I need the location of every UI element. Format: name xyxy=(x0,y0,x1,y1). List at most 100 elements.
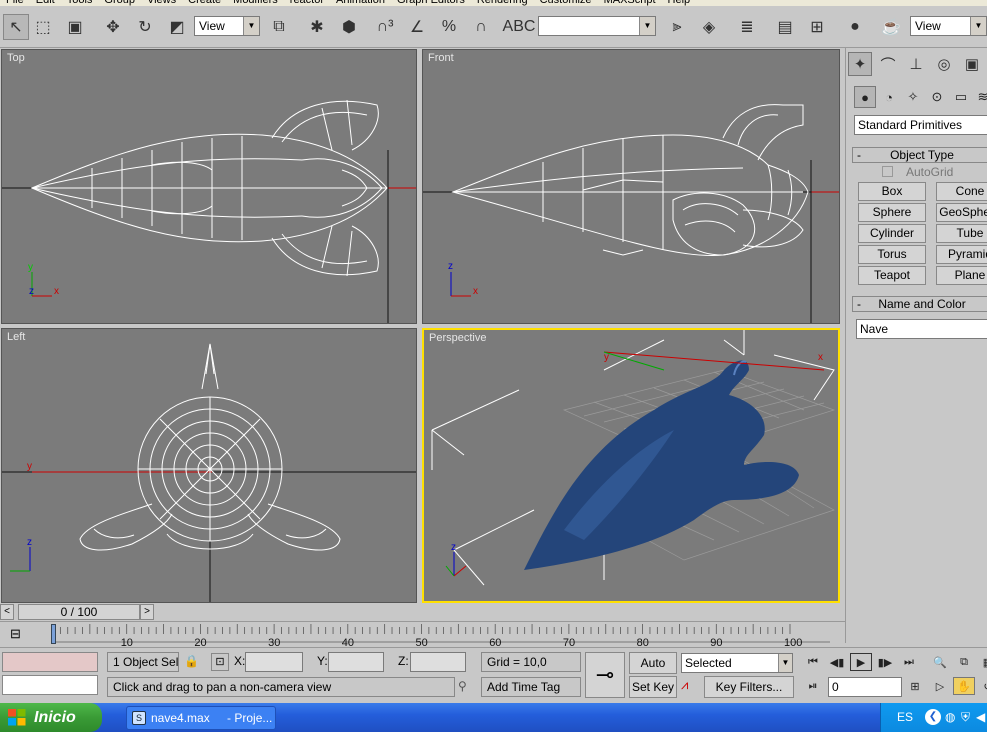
autogrid-checkbox[interactable] xyxy=(882,166,893,177)
current-frame-input[interactable]: 0 xyxy=(828,677,902,697)
select-object-icon[interactable]: ↖ xyxy=(3,14,29,40)
keyboard-shortcut-icon[interactable]: ⬢ xyxy=(336,14,362,40)
viewport-top[interactable]: y z x Top xyxy=(1,49,417,324)
menu-item-graph-editors[interactable]: Graph Editors xyxy=(391,0,471,6)
key-tangent-icon[interactable]: ⩘ xyxy=(681,677,701,697)
y-coord-input[interactable] xyxy=(328,652,384,672)
torus-button[interactable]: Torus xyxy=(858,245,926,264)
spinner-snap-icon[interactable]: ∩ xyxy=(468,14,494,40)
zoom-all-icon[interactable]: ⧉ xyxy=(953,653,975,671)
cameras-icon[interactable]: ⊙ xyxy=(926,86,948,108)
add-time-tag[interactable]: Add Time Tag xyxy=(481,677,581,697)
object-type-rollout[interactable]: - Object Type xyxy=(852,147,987,163)
viewport-label-front[interactable]: Front xyxy=(428,52,454,64)
object-name-input[interactable]: Nave xyxy=(856,319,987,339)
motion-tab-icon[interactable]: ◎ xyxy=(932,52,956,76)
absolute-mode-icon[interactable]: ⊡ xyxy=(211,653,229,671)
helpers-icon[interactable]: ▭ xyxy=(950,86,972,108)
time-slider-thumb[interactable]: 0 / 100 xyxy=(18,604,140,620)
menu-item-reactor[interactable]: reactor xyxy=(284,0,330,6)
align-icon[interactable]: ◈ xyxy=(696,14,722,40)
shapes-icon[interactable]: ◔ xyxy=(878,86,900,108)
volume-icon[interactable]: ◀ xyxy=(976,710,985,724)
set-key-button[interactable]: Set Key xyxy=(629,676,677,698)
tube-button[interactable]: Tube xyxy=(936,224,987,243)
menu-item-rendering[interactable]: Rendering xyxy=(471,0,534,6)
create-tab-icon[interactable]: ✦ xyxy=(848,52,872,76)
key-mode-select[interactable]: Selected ▼ xyxy=(681,653,793,673)
snap-3d-icon[interactable]: ∩³ xyxy=(372,14,398,40)
time-tag-icon[interactable]: ⚲ xyxy=(458,679,476,697)
schematic-view-icon[interactable]: ⊞ xyxy=(804,14,830,40)
hierarchy-tab-icon[interactable]: ⊥ xyxy=(904,52,928,76)
time-config-icon[interactable]: ⊞ xyxy=(904,677,926,695)
mirror-icon[interactable]: ⫸ xyxy=(664,14,690,40)
menu-item-create[interactable]: Create xyxy=(182,0,227,6)
goto-start-icon[interactable]: ⏮ xyxy=(802,653,824,671)
edit-named-selection-icon[interactable]: ABC xyxy=(503,14,536,40)
cylinder-button[interactable]: Cylinder xyxy=(858,224,926,243)
viewport-label-top[interactable]: Top xyxy=(7,52,25,64)
menu-item-views[interactable]: Views xyxy=(141,0,182,6)
x-coord-input[interactable] xyxy=(245,652,303,672)
box-button[interactable]: Box xyxy=(858,182,926,201)
cone-button[interactable]: Cone xyxy=(936,182,987,201)
security-icon[interactable]: ⛨ xyxy=(961,710,970,725)
pan-hand-icon[interactable]: ✋ xyxy=(953,677,975,695)
auto-key-button[interactable]: Auto Key xyxy=(629,652,677,690)
move-icon[interactable]: ✥ xyxy=(100,14,126,40)
menu-item-file[interactable]: File xyxy=(0,0,30,6)
name-color-rollout[interactable]: - Name and Color xyxy=(852,296,987,312)
curve-editor-icon[interactable]: ▤ xyxy=(772,14,798,40)
menu-item-modifiers[interactable]: Modifiers xyxy=(227,0,284,6)
key-mode-toggle-icon[interactable]: ⏯ xyxy=(802,677,824,695)
zoom-extents-icon[interactable]: ▦ xyxy=(977,653,987,671)
window-crossing-icon[interactable]: ▣ xyxy=(62,14,88,40)
slider-prev-button[interactable]: < xyxy=(0,604,14,620)
percent-snap-icon[interactable]: % xyxy=(436,14,462,40)
language-indicator[interactable]: ES xyxy=(897,710,913,724)
render-view-select[interactable]: View ▼ xyxy=(910,16,987,36)
chevron-left-icon[interactable]: ❮ xyxy=(925,709,941,725)
display-tab-icon[interactable]: ▣ xyxy=(960,52,984,76)
timeline-frame-indicator[interactable] xyxy=(51,624,56,644)
reference-coord-select[interactable]: View ▼ xyxy=(194,16,260,36)
named-selection-select[interactable]: ▼ xyxy=(538,16,656,36)
rotate-icon[interactable]: ↻ xyxy=(132,14,158,40)
taskbar-item-max[interactable]: S nave4.max - Proje... xyxy=(126,706,276,730)
layer-manager-icon[interactable]: ≣ xyxy=(734,14,760,40)
menu-item-group[interactable]: Group xyxy=(98,0,141,6)
set-key-toggle-icon[interactable]: ⊸ xyxy=(585,652,625,698)
material-editor-icon[interactable]: ● xyxy=(842,14,868,40)
lock-icon[interactable]: 🔒 xyxy=(184,654,200,670)
modify-tab-icon[interactable]: ⌒ xyxy=(876,52,900,76)
z-coord-input[interactable] xyxy=(410,652,466,672)
scale-icon[interactable]: ◩ xyxy=(164,14,190,40)
menu-item-customize[interactable]: Customize xyxy=(534,0,598,6)
maxscript-listener-pink[interactable] xyxy=(2,652,98,672)
viewport-label-perspective[interactable]: Perspective xyxy=(429,332,486,344)
menu-item-edit[interactable]: Edit xyxy=(30,0,61,6)
menu-item-maxscript[interactable]: MAXScript xyxy=(598,0,662,6)
pivot-center-icon[interactable]: ⧉ xyxy=(266,14,292,40)
viewport-left[interactable]: z y Left xyxy=(1,328,417,603)
viewport-perspective[interactable]: y x z Perspective xyxy=(422,328,840,603)
menu-item-tools[interactable]: Tools xyxy=(61,0,99,6)
play-icon[interactable]: ▶ xyxy=(850,653,872,671)
menu-item-animation[interactable]: Animation xyxy=(330,0,391,6)
plane-button[interactable]: Plane xyxy=(936,266,987,285)
menu-item-help[interactable]: Help xyxy=(662,0,697,6)
maxscript-listener-white[interactable] xyxy=(2,675,98,695)
key-filters-button[interactable]: Key Filters... xyxy=(704,676,794,698)
viewport-label-left[interactable]: Left xyxy=(7,331,25,343)
viewport-front[interactable]: z x Front xyxy=(422,49,840,324)
slider-next-button[interactable]: > xyxy=(140,604,154,620)
lights-icon[interactable]: ✧ xyxy=(902,86,924,108)
angle-snap-icon[interactable]: ∠ xyxy=(404,14,430,40)
geosphere-button[interactable]: GeoSphere xyxy=(936,203,987,222)
zoom-icon[interactable]: 🔍 xyxy=(929,653,951,671)
select-region-icon[interactable]: ⬚ xyxy=(30,14,56,40)
next-frame-icon[interactable]: ▮▶ xyxy=(874,653,896,671)
spacewarps-icon[interactable]: ≋ xyxy=(972,86,987,108)
goto-end-icon[interactable]: ⏭ xyxy=(898,653,920,671)
